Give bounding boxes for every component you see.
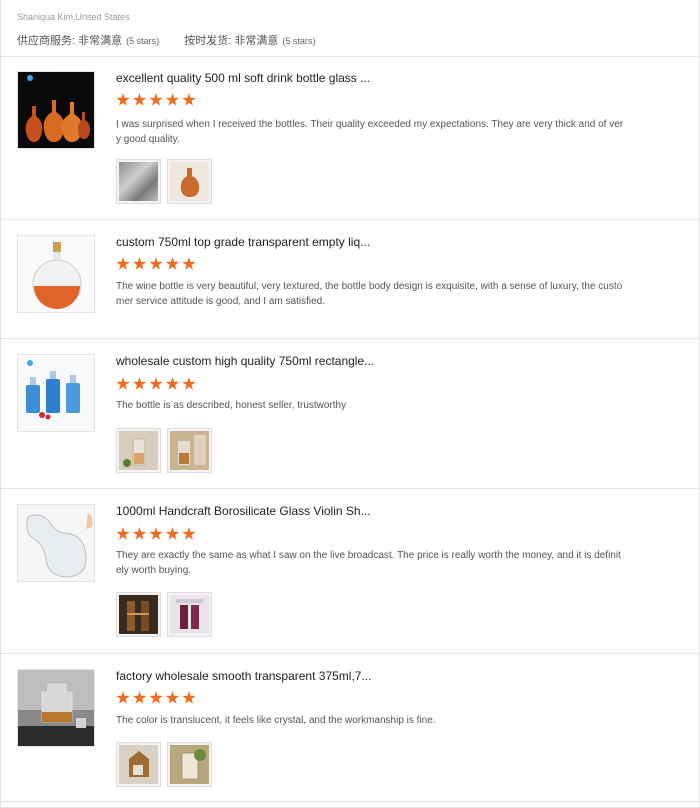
star-icon [182, 93, 196, 106]
reviews-panel: Shaniqua Kim,United States 供应商服务: 非常满意 (5… [0, 0, 700, 808]
star-icon [132, 527, 147, 540]
star-icon [149, 93, 163, 106]
shipping-rating: 按时发货: 非常满意 (5 stars) [184, 35, 316, 47]
review-rating-stars [116, 527, 199, 541]
product-thumbnail[interactable] [17, 354, 95, 432]
star-icon [165, 93, 180, 106]
star-icon [165, 527, 180, 540]
star-icon [116, 527, 130, 540]
review-comment: The wine bottle is very beautiful, very … [116, 281, 623, 307]
star-icon [165, 377, 180, 390]
product-title[interactable]: excellent quality 500 ml soft drink bott… [116, 71, 370, 85]
review-photo[interactable] [167, 742, 212, 787]
blue-bottles-image [18, 355, 94, 431]
review-photo[interactable] [116, 159, 161, 204]
review-item: factory wholesale smooth transparent 375… [1, 654, 700, 802]
product-title[interactable]: 1000ml Handcraft Borosilicate Glass Viol… [116, 504, 371, 518]
review-item: 1000ml Handcraft Borosilicate Glass Viol… [1, 489, 700, 654]
star-icon [149, 377, 163, 390]
review-comment: They are exactly the same as what I saw … [116, 550, 621, 576]
star-icon [182, 257, 196, 270]
violin-bottle-image [18, 505, 94, 581]
review-comment: I was surprised when I received the bott… [116, 119, 624, 145]
review-rating-stars [116, 257, 199, 271]
review-rating-stars [116, 377, 199, 391]
liquor-bottles-image [18, 72, 94, 148]
review-rating-stars [116, 691, 199, 705]
star-icon [132, 93, 147, 106]
star-icon [149, 257, 163, 270]
decanter-image [18, 670, 94, 746]
star-icon [149, 691, 163, 704]
star-icon [116, 691, 130, 704]
review-photo[interactable] [167, 159, 212, 204]
review-header: Shaniqua Kim,United States 供应商服务: 非常满意 (5… [1, 0, 700, 57]
buyer-name: Shaniqua Kim,United States [17, 12, 130, 22]
review-photo[interactable] [167, 428, 212, 473]
product-thumbnail[interactable] [17, 71, 95, 149]
supplier-ratings: 供应商服务: 非常满意 (5 stars) 按时发货: 非常满意 (5 stars) [17, 32, 337, 48]
product-thumbnail[interactable] [17, 669, 95, 747]
star-icon [132, 691, 147, 704]
supplier-service-rating: 供应商服务: 非常满意 (5 stars) [17, 35, 160, 47]
review-item: wholesale custom high quality 750ml rect… [1, 339, 700, 489]
review-photo[interactable] [116, 742, 161, 787]
product-title[interactable]: wholesale custom high quality 750ml rect… [116, 354, 374, 368]
product-title[interactable]: custom 750ml top grade transparent empty… [116, 235, 370, 249]
star-icon [165, 691, 180, 704]
review-item: custom 750ml top grade transparent empty… [1, 220, 700, 339]
review-comment: The color is translucent, it feels like … [116, 715, 436, 726]
star-icon [165, 257, 180, 270]
review-photo[interactable] [116, 592, 161, 637]
star-icon [116, 377, 130, 390]
review-rating-stars [116, 93, 199, 107]
star-icon [116, 257, 130, 270]
review-item: excellent quality 500 ml soft drink bott… [1, 57, 700, 220]
product-title[interactable]: factory wholesale smooth transparent 375… [116, 669, 371, 683]
star-icon [132, 377, 147, 390]
product-thumbnail[interactable] [17, 504, 95, 582]
review-photo[interactable] [167, 592, 212, 637]
star-icon [149, 527, 163, 540]
star-icon [182, 527, 196, 540]
star-icon [182, 691, 196, 704]
review-photo[interactable] [116, 428, 161, 473]
star-icon [132, 257, 147, 270]
star-icon [116, 93, 130, 106]
product-thumbnail[interactable] [17, 235, 95, 313]
round-bottle-image [18, 236, 94, 312]
star-icon [182, 377, 196, 390]
review-comment: The bottle is as described, honest selle… [116, 400, 347, 411]
